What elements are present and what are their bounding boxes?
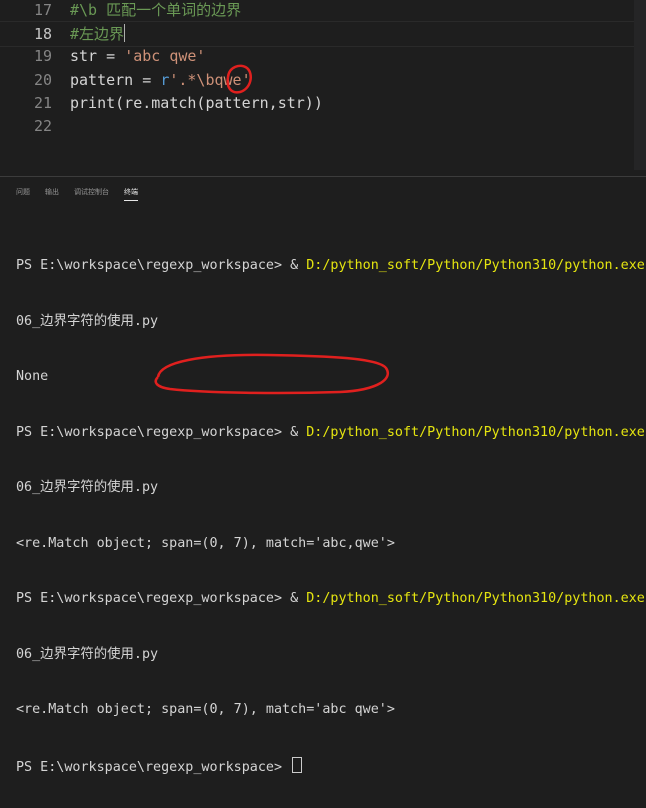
terminal-line: 06_边界字符的使用.py <box>16 646 159 662</box>
tab-problems[interactable]: 问题 <box>16 186 30 200</box>
code-line[interactable]: 21 print(re.match(pattern,str)) <box>0 91 646 115</box>
terminal-output[interactable]: PS E:\workspace\regexp_workspace> & D:/p… <box>16 220 646 808</box>
code-token: pattern = <box>70 70 161 89</box>
line-number: 21 <box>33 93 52 112</box>
code-token: r <box>160 70 170 89</box>
line-number: 18 <box>33 25 52 44</box>
code-text: pattern = r'.*\bqwe' <box>70 68 251 92</box>
terminal-line: PS E:\workspace\regexp_workspace> <box>16 756 646 776</box>
terminal-line: PS E:\workspace\regexp_workspace> & D:/p… <box>16 424 645 440</box>
terminal-line: <re.Match object; span=(0, 7), match='ab… <box>16 535 395 551</box>
code-text: str = 'abc qwe' <box>70 44 205 68</box>
line-number: 19 <box>33 47 52 66</box>
tab-output[interactable]: 输出 <box>45 186 59 200</box>
code-line[interactable]: 19 str = 'abc qwe' <box>0 44 646 68</box>
terminal-line: PS E:\workspace\regexp_workspace> & D:/p… <box>16 258 645 273</box>
tab-terminal[interactable]: 终端 <box>124 186 138 201</box>
code-token: 'abc qwe' <box>124 47 206 66</box>
code-text: #\b 匹配一个单词的边界 <box>70 0 241 22</box>
terminal-line: 06_边界字符的使用.py <box>16 313 159 329</box>
code-line[interactable]: 17 #\b 匹配一个单词的边界 <box>0 0 646 22</box>
text-caret <box>124 24 126 43</box>
terminal-line: <re.Match object; span=(0, 7), match='ab… <box>16 702 395 717</box>
code-line[interactable]: 22 <box>0 114 646 138</box>
code-token: str = <box>70 47 125 66</box>
python-path: D:/python_soft/Python/Python310/python.e… <box>306 424 645 440</box>
line-number: 22 <box>33 117 52 135</box>
terminal-line: 06_边界字符的使用.py <box>16 480 159 495</box>
code-editor[interactable]: 17 #\b 匹配一个单词的边界 18 #左边界 19 str = 'abc qwe' 20… <box>0 0 646 170</box>
code-line[interactable]: 18 #左边界 <box>0 21 646 48</box>
python-path: D:/python_soft/Python/Python310/python.e… <box>306 591 645 606</box>
code-token: #\b 匹配一个单词的边界 <box>70 1 242 19</box>
code-text: #左边界 <box>70 22 126 46</box>
code-token: print(re.match(pattern,str)) <box>70 93 323 112</box>
line-number: 17 <box>33 1 52 19</box>
line-number: 20 <box>33 70 52 89</box>
terminal-cursor <box>292 756 303 773</box>
code-token: '.*\bqwe' <box>169 70 251 89</box>
editor-scrollbar[interactable] <box>634 0 646 170</box>
code-line[interactable]: 20 pattern = r'.*\bqwe' <box>0 68 646 92</box>
code-text: print(re.match(pattern,str)) <box>70 91 323 115</box>
terminal-line: None <box>16 369 49 384</box>
python-path: D:/python_soft/Python/Python310/python.e… <box>306 258 645 273</box>
tab-debug-console[interactable]: 调试控制台 <box>74 186 109 200</box>
bottom-panel: 问题 输出 调试控制台 终端 PS E:\workspace\regexp_wo… <box>0 176 646 775</box>
code-token: #左边界 <box>70 25 125 44</box>
terminal-line: PS E:\workspace\regexp_workspace> & D:/p… <box>16 591 645 606</box>
panel-tabs: 问题 输出 调试控制台 终端 <box>0 177 646 211</box>
